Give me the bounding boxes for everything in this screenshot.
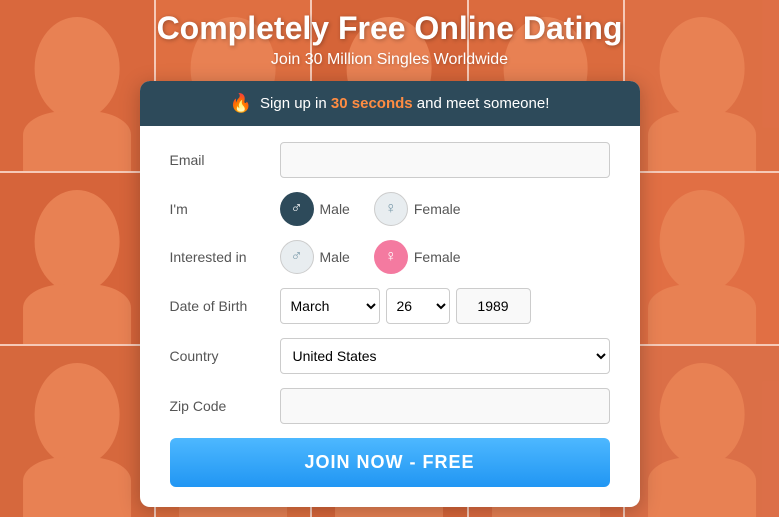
- dob-row: Date of Birth January February March Apr…: [170, 288, 610, 324]
- zip-row: Zip Code: [170, 388, 610, 424]
- form-body: Email I'm ♂ Male ♀ Female: [140, 126, 640, 507]
- country-label: Country: [170, 348, 280, 364]
- form-header-suffix: and meet someone!: [413, 95, 550, 112]
- dob-label: Date of Birth: [170, 298, 280, 314]
- im-row: I'm ♂ Male ♀ Female: [170, 192, 610, 226]
- form-header-text: Sign up in 30 seconds and meet someone!: [260, 95, 549, 112]
- form-header: 🔥 Sign up in 30 seconds and meet someone…: [140, 81, 640, 126]
- page-title: Completely Free Online Dating: [157, 10, 623, 47]
- zip-controls: [280, 388, 610, 424]
- interested-row: Interested in ♂ Male ♀ Female: [170, 240, 610, 274]
- interested-male-circle[interactable]: ♂: [280, 240, 314, 274]
- im-male-option[interactable]: ♂ Male: [280, 192, 350, 226]
- im-female-label: Female: [414, 201, 461, 217]
- interested-label: Interested in: [170, 249, 280, 265]
- im-male-label: Male: [320, 201, 350, 217]
- female-circle-unselected[interactable]: ♀: [374, 192, 408, 226]
- im-label: I'm: [170, 201, 280, 217]
- dob-controls: January February March April May June Ju…: [280, 288, 610, 324]
- country-select[interactable]: United States Canada United Kingdom Aust…: [280, 338, 610, 374]
- interested-male-label: Male: [320, 249, 350, 265]
- interested-male-option[interactable]: ♂ Male: [280, 240, 350, 274]
- page-content: Completely Free Online Dating Join 30 Mi…: [0, 0, 779, 517]
- dob-month-select[interactable]: January February March April May June Ju…: [280, 288, 380, 324]
- form-header-prefix: Sign up in: [260, 95, 331, 112]
- male-circle-selected[interactable]: ♂: [280, 192, 314, 226]
- email-controls: [280, 142, 610, 178]
- dob-year-input[interactable]: [456, 288, 531, 324]
- hero-subtitle: Join 30 Million Singles Worldwide: [271, 51, 508, 69]
- email-label: Email: [170, 152, 280, 168]
- country-row: Country United States Canada United King…: [170, 338, 610, 374]
- email-row: Email: [170, 142, 610, 178]
- interested-female-option[interactable]: ♀ Female: [374, 240, 461, 274]
- interested-female-circle-selected[interactable]: ♀: [374, 240, 408, 274]
- zip-label: Zip Code: [170, 398, 280, 414]
- interested-controls: ♂ Male ♀ Female: [280, 240, 610, 274]
- dob-day-select[interactable]: 1234 5678 9101112 13141516 17181920 2122…: [386, 288, 450, 324]
- interested-female-label: Female: [414, 249, 461, 265]
- im-controls: ♂ Male ♀ Female: [280, 192, 610, 226]
- form-header-highlight: 30 seconds: [331, 95, 413, 112]
- join-button[interactable]: JOIN NOW - FREE: [170, 438, 610, 487]
- signup-form-card: 🔥 Sign up in 30 seconds and meet someone…: [140, 81, 640, 507]
- im-female-option[interactable]: ♀ Female: [374, 192, 461, 226]
- zip-input[interactable]: [280, 388, 610, 424]
- flame-icon: 🔥: [230, 93, 252, 114]
- email-input[interactable]: [280, 142, 610, 178]
- country-controls: United States Canada United Kingdom Aust…: [280, 338, 610, 374]
